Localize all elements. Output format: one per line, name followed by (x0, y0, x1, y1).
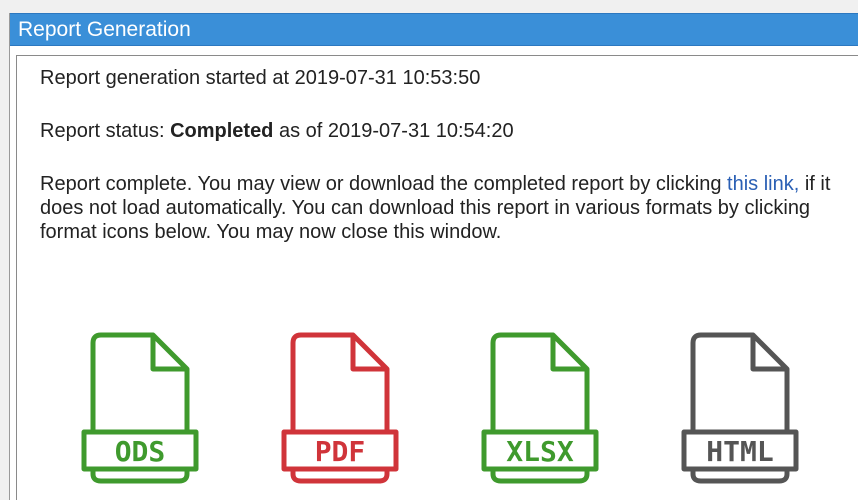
pdf-file-icon: PDF (281, 332, 399, 484)
report-link[interactable]: this link, (727, 173, 799, 195)
report-generation-dialog: Report Generation Report generation star… (9, 13, 858, 500)
message-before-link: Report complete. You may view or downloa… (40, 173, 728, 195)
report-complete-message: Report complete. You may view or downloa… (40, 172, 855, 244)
status-prefix: Report status: (40, 120, 171, 142)
pdf-download-button[interactable]: PDF (281, 329, 401, 484)
format-label: PDF (315, 435, 366, 468)
xlsx-file-icon: XLSX (481, 332, 599, 484)
format-label: HTML (706, 435, 773, 468)
dialog-content: Report generation started at 2019-07-31 … (16, 55, 858, 500)
format-icons-row: ODS PDF XLSX HTML (17, 329, 858, 499)
ods-file-icon: ODS (81, 332, 199, 484)
format-label: XLSX (506, 435, 574, 468)
status-mid: as of (273, 120, 328, 142)
html-file-icon: HTML (681, 332, 799, 484)
dialog-title: Report Generation (10, 13, 858, 46)
ods-download-button[interactable]: ODS (81, 329, 201, 484)
started-prefix: Report generation started at (40, 67, 295, 89)
xlsx-download-button[interactable]: XLSX (481, 329, 601, 484)
status-value: Completed (170, 120, 274, 142)
status-time: 2019-07-31 10:54:20 (327, 120, 514, 142)
format-label: ODS (115, 435, 166, 468)
report-status-line: Report status: Completed as of 2019-07-3… (40, 120, 514, 142)
started-time: 2019-07-31 10:53:50 (294, 67, 481, 89)
report-started-line: Report generation started at 2019-07-31 … (40, 67, 480, 89)
html-download-button[interactable]: HTML (681, 329, 801, 484)
